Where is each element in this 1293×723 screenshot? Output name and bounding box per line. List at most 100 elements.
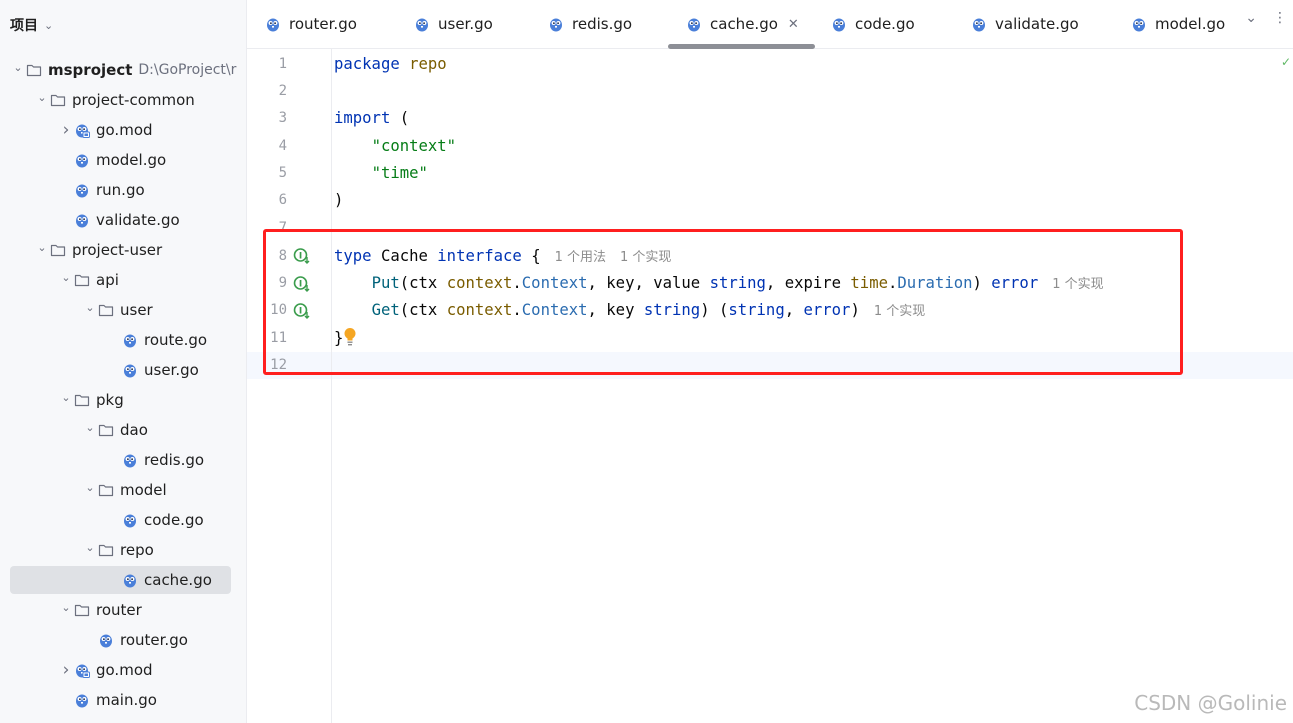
builtin-type: string [728, 301, 785, 319]
chevron-down-icon[interactable]: ⌄ [1245, 10, 1257, 26]
tree-item-project-user[interactable]: ⌄ project-user [0, 235, 246, 265]
line-number: 6 [278, 192, 287, 208]
tree-item-label: cache.go [144, 571, 212, 589]
line-number: 2 [278, 83, 287, 99]
tab-label: redis.go [572, 15, 633, 33]
package-name: context [446, 274, 513, 292]
tree-item-label: model.go [96, 151, 167, 169]
tree-item-cache-go[interactable]: cache.go [0, 565, 246, 595]
code-text: , [784, 301, 804, 319]
chevron-down-icon[interactable]: ⌄ [34, 91, 50, 104]
tab-code-go[interactable]: code.go [831, 10, 915, 38]
project-panel-header[interactable]: 项目 ⌄ [10, 14, 53, 36]
tree-item-go-mod[interactable]: › go.mod [0, 655, 246, 685]
tree-item-model-go[interactable]: model.go [0, 145, 246, 175]
go-file-icon [833, 18, 845, 32]
tab-label: validate.go [995, 15, 1079, 33]
go-file-icon [416, 18, 428, 32]
tree-item-route-go[interactable]: route.go [0, 325, 246, 355]
tree-item-user[interactable]: ⌄ user [0, 295, 246, 325]
check-icon[interactable]: ✓ [1281, 55, 1291, 69]
tree-item-label: dao [120, 421, 148, 439]
tree-item-label: project-common [72, 91, 195, 109]
close-icon[interactable]: ✕ [788, 17, 799, 32]
tab-validate-go[interactable]: validate.go [971, 10, 1079, 38]
tab-cache-go[interactable]: cache.go ✕ [686, 10, 799, 38]
tree-item-validate-go[interactable]: validate.go [0, 205, 246, 235]
implementation-hint[interactable]: 1 个实现 [620, 250, 671, 265]
implementation-hint[interactable]: 1 个实现 [874, 304, 925, 319]
tab-model-go[interactable]: model.go [1131, 10, 1225, 38]
keyword: type [334, 247, 372, 265]
svg-text:I: I [299, 280, 302, 290]
gutter-divider [331, 49, 332, 723]
tab-user-go[interactable]: user.go [414, 10, 493, 38]
tree-item-main-go[interactable]: main.go [0, 685, 246, 715]
chevron-down-icon[interactable]: ⌄ [10, 61, 26, 74]
punctuation: } [334, 329, 344, 347]
string-literal: "time" [371, 164, 428, 182]
tab-label: model.go [1155, 15, 1226, 33]
tree-item-code-go[interactable]: code.go [0, 505, 246, 535]
tree-item-pkg[interactable]: ⌄ pkg [0, 385, 246, 415]
tree-item-router[interactable]: ⌄ router [0, 595, 246, 625]
code-line: Get(ctx context.Context, key string) (st… [371, 301, 926, 319]
chevron-down-icon[interactable]: ⌄ [34, 241, 50, 254]
chevron-right-icon[interactable]: › [58, 120, 74, 140]
folder-icon [74, 394, 90, 407]
tree-item-label: router.go [120, 631, 188, 649]
implemented-icon[interactable]: I [293, 302, 311, 320]
tree-item-dao[interactable]: ⌄ dao [0, 415, 246, 445]
code-line: "time" [334, 160, 428, 187]
tree-item-user-go[interactable]: user.go [0, 355, 246, 385]
tree-item-router-go[interactable]: router.go [0, 625, 246, 655]
tree-item-msproject[interactable]: ⌄ msproject D:\GoProject\r [0, 55, 246, 85]
package-name: repo [409, 55, 447, 73]
code-text: ) [850, 301, 860, 319]
tab-redis-go[interactable]: redis.go [548, 10, 632, 38]
implemented-icon[interactable]: I [293, 275, 311, 293]
more-options-icon[interactable]: ⋮ [1273, 10, 1287, 26]
current-line-highlight [247, 352, 1293, 379]
chevron-down-icon[interactable]: ⌄ [58, 601, 74, 614]
chevron-down-icon[interactable]: ⌄ [82, 481, 98, 494]
tree-item-project-common[interactable]: ⌄ project-common [0, 85, 246, 115]
punctuation: ) [334, 191, 344, 209]
tree-item-label: go.mod [96, 661, 153, 679]
chevron-down-icon[interactable]: ⌄ [82, 541, 98, 554]
go-file-icon [124, 574, 136, 588]
tree-item-api[interactable]: ⌄ api [0, 265, 246, 295]
chevron-down-icon[interactable]: ⌄ [44, 19, 53, 32]
go-file-icon [124, 454, 136, 468]
type-name: Duration [897, 274, 973, 292]
tree-item-run-go[interactable]: run.go [0, 175, 246, 205]
chevron-down-icon[interactable]: ⌄ [58, 391, 74, 404]
code-text: , key [587, 301, 644, 319]
line-number: 5 [278, 165, 287, 181]
go-file-icon [1133, 18, 1145, 32]
code-editor[interactable]: ✓ 1 2 3 4 5 6 7 8 9 10 11 12 I I I packa… [247, 49, 1293, 723]
lightbulb-icon[interactable] [343, 327, 357, 347]
go-file-icon [100, 634, 112, 648]
folder-icon [50, 94, 66, 107]
usage-hint[interactable]: 1 个用法 [555, 250, 606, 265]
tree-item-go-mod[interactable]: › go.mod [0, 115, 246, 145]
builtin-type: string [643, 301, 701, 319]
folder-icon [74, 274, 90, 287]
tab-router-go[interactable]: router.go [265, 10, 357, 38]
chevron-down-icon[interactable]: ⌄ [82, 301, 98, 314]
tree-item-model[interactable]: ⌄ model [0, 475, 246, 505]
project-path: D:\GoProject\r [138, 62, 237, 78]
type-name: Context [521, 274, 588, 292]
tree-item-label: redis.go [144, 451, 205, 469]
chevron-right-icon[interactable]: › [58, 660, 74, 680]
implementation-hint[interactable]: 1 个实现 [1052, 277, 1103, 292]
tree-item-repo[interactable]: ⌄ repo [0, 535, 246, 565]
implemented-icon[interactable]: I [293, 247, 311, 265]
code-line: import ( [334, 105, 409, 132]
chevron-down-icon[interactable]: ⌄ [82, 421, 98, 434]
line-number: 12 [270, 357, 287, 373]
chevron-down-icon[interactable]: ⌄ [58, 271, 74, 284]
tab-label: user.go [438, 15, 493, 33]
tree-item-redis-go[interactable]: redis.go [0, 445, 246, 475]
